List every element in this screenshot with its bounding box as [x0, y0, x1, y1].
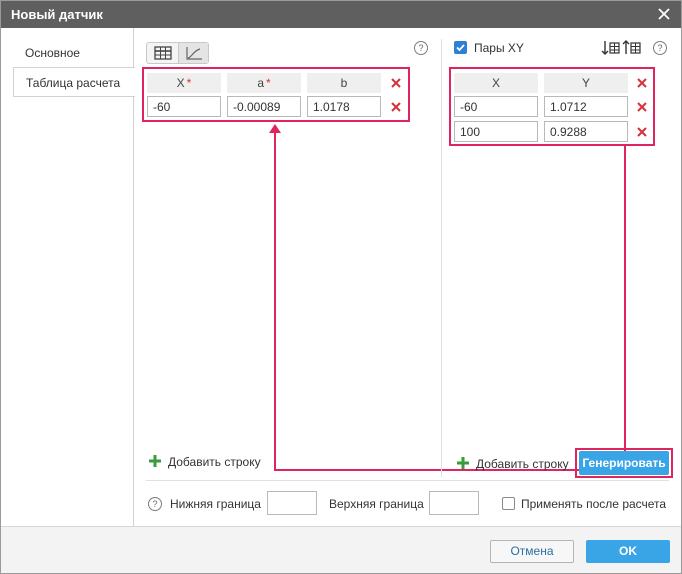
- generate-button[interactable]: Генерировать: [579, 451, 669, 475]
- sort-descending-icon[interactable]: [622, 39, 642, 57]
- upper-bound-label: Верхняя граница: [329, 497, 424, 511]
- chart-view-icon: [186, 47, 202, 60]
- sidebar-item-label: Основное: [25, 46, 80, 60]
- upper-bound-input[interactable]: [429, 491, 479, 515]
- dialog-title: Новый датчик: [11, 7, 103, 22]
- xy-pairs-label: Пары XY: [474, 41, 524, 55]
- plus-icon: [457, 457, 469, 469]
- xy-pairs-help-icon[interactable]: ?: [653, 41, 667, 55]
- checkmark-icon: [456, 44, 465, 52]
- dialog-footer: Отмена OK: [1, 526, 681, 573]
- sidebar-item-label: Таблица расчета: [26, 76, 121, 90]
- connector-line: [624, 146, 626, 471]
- pane-divider: [441, 39, 442, 477]
- chart-view-button[interactable]: [179, 43, 208, 63]
- add-row-label: Добавить строку: [168, 455, 261, 469]
- plus-icon: [149, 455, 161, 467]
- lower-bound-label: Нижняя граница: [170, 497, 261, 511]
- sidebar-item-general[interactable]: Основное: [13, 38, 134, 68]
- xy-column-header-x: X: [454, 73, 538, 93]
- delete-row-icon[interactable]: [636, 101, 648, 113]
- xy-row-x-input[interactable]: -60: [454, 96, 538, 117]
- xy-row-x-input[interactable]: 100: [454, 121, 538, 142]
- new-sensor-dialog: Новый датчик Основное Таблица расчета ? …: [0, 0, 682, 574]
- sidebar: Основное Таблица расчета: [1, 28, 135, 526]
- xy-add-row-button[interactable]: Добавить строку: [456, 455, 576, 473]
- bounds-help-icon[interactable]: ?: [148, 497, 162, 511]
- add-row-label: Добавить строку: [476, 457, 569, 471]
- connector-line: [274, 131, 276, 471]
- xy-pairs-checkbox[interactable]: [454, 41, 467, 54]
- arrow-head-icon: [269, 124, 281, 133]
- close-icon[interactable]: [655, 5, 673, 23]
- xy-row-y-input[interactable]: 1.0712: [544, 96, 628, 117]
- calc-table-highlight: [142, 67, 410, 122]
- xy-column-header-y: Y: [544, 73, 628, 93]
- title-bar: Новый датчик: [1, 1, 681, 28]
- sidebar-item-calc-table[interactable]: Таблица расчета: [13, 67, 135, 97]
- table-view-icon[interactable]: [152, 45, 174, 61]
- xy-row-y-input[interactable]: 0.9288: [544, 121, 628, 142]
- sort-ascending-icon[interactable]: [601, 39, 621, 57]
- calc-add-row-button[interactable]: Добавить строку: [148, 453, 278, 471]
- cancel-button[interactable]: Отмена: [490, 540, 574, 563]
- delete-row-icon[interactable]: [636, 126, 648, 138]
- delete-column-icon[interactable]: [636, 77, 648, 89]
- view-toggle-group: [146, 42, 209, 64]
- apply-after-label: Применять после расчета: [521, 497, 667, 511]
- ok-button[interactable]: OK: [586, 540, 670, 563]
- calc-table-help-icon[interactable]: ?: [414, 41, 428, 55]
- apply-after-checkbox[interactable]: [502, 497, 515, 510]
- bounds-divider: [146, 480, 669, 481]
- lower-bound-input[interactable]: [267, 491, 317, 515]
